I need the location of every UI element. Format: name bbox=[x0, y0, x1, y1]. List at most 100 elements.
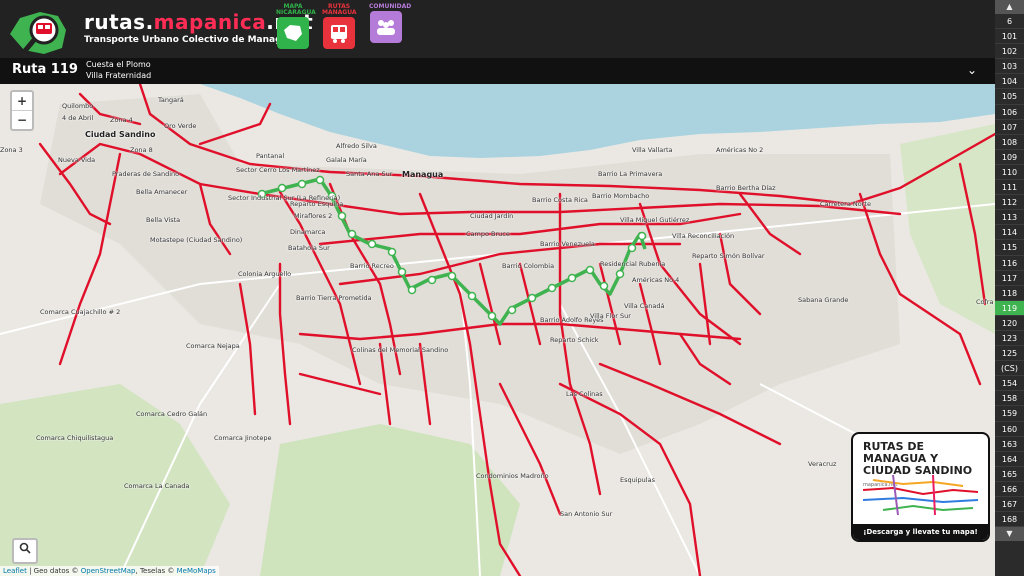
route-item-113[interactable]: 113 bbox=[995, 210, 1024, 226]
route-item-167[interactable]: 167 bbox=[995, 497, 1024, 513]
map-label: Barrio Colombia bbox=[502, 262, 555, 270]
route-item-103[interactable]: 103 bbox=[995, 59, 1024, 75]
map-label: Santa Ana Sur bbox=[346, 170, 393, 178]
map-label: Ciudad Sandino bbox=[85, 130, 156, 139]
zoom-out-button[interactable]: − bbox=[12, 110, 32, 129]
map-label: Carretera Norte bbox=[820, 200, 871, 208]
map-label: Las Colinas bbox=[566, 390, 603, 398]
route-item-105[interactable]: 105 bbox=[995, 89, 1024, 105]
mapanica-logo[interactable] bbox=[6, 8, 82, 56]
route-list-sidebar: ▲ 6 101 102 103 104 105 106 107 108 109 110 111 112 1… bbox=[995, 0, 1024, 576]
map-label: Galala María bbox=[326, 156, 367, 164]
map-label: Colonia Arguello bbox=[238, 270, 292, 278]
map-label: Condominios Madroño bbox=[476, 472, 549, 480]
route-item-109[interactable]: 109 bbox=[995, 150, 1024, 165]
map-label: Alfredo Silva bbox=[336, 142, 377, 150]
map-label: Ciudad Jardín bbox=[470, 212, 514, 220]
map-label: Américas No 2 bbox=[716, 146, 764, 154]
route-item-114[interactable]: 114 bbox=[995, 225, 1024, 241]
route-item-111[interactable]: 111 bbox=[995, 180, 1024, 196]
memomaps-link[interactable]: MeMoMaps bbox=[177, 567, 216, 575]
route-item-158[interactable]: 158 bbox=[995, 391, 1024, 407]
route-item-163[interactable]: 163 bbox=[995, 437, 1024, 452]
leaflet-link[interactable]: Leaflet bbox=[3, 567, 27, 575]
map-label: Quilombo bbox=[62, 102, 94, 110]
map-label: Colinas del Memorial Sandino bbox=[352, 346, 449, 354]
map-label: Comarca La Canada bbox=[124, 482, 190, 490]
community-icon bbox=[370, 11, 402, 43]
map-search-button[interactable] bbox=[12, 538, 38, 564]
download-map-promo[interactable]: RUTAS DE MANAGUA Y CIUDAD SANDINO mapani… bbox=[851, 432, 990, 542]
map-attribution: Leaflet | Geo datos © OpenStreetMap, Tes… bbox=[0, 566, 219, 576]
route-item-119[interactable]: 119 bbox=[995, 300, 1024, 316]
map-label: Barrio Costa Rica bbox=[532, 196, 588, 204]
map-label: Oro Verde bbox=[164, 122, 197, 130]
scroll-down-button[interactable]: ▼ bbox=[995, 527, 1024, 542]
map-label: Barrio Tierra Prometida bbox=[296, 294, 372, 302]
map-label: Nueva Vida bbox=[58, 156, 96, 164]
route-item-123[interactable]: 123 bbox=[995, 331, 1024, 347]
map-label: Batahola Sur bbox=[288, 244, 330, 252]
scroll-up-button[interactable]: ▲ bbox=[995, 0, 1024, 14]
route-stop-from: Cuesta el Plomo bbox=[86, 60, 151, 69]
map-label: Reparto Esquina bbox=[290, 200, 344, 208]
comunidad-button[interactable]: COMUNIDAD bbox=[369, 4, 411, 56]
map-label: San Antonio Sur bbox=[560, 510, 613, 518]
zoom-in-button[interactable]: + bbox=[12, 92, 32, 110]
route-item-159[interactable]: 159 bbox=[995, 406, 1024, 422]
route-item-125[interactable]: 125 bbox=[995, 346, 1024, 362]
map-label: Barrio La Primavera bbox=[598, 170, 663, 178]
map-canvas[interactable] bbox=[0, 84, 995, 576]
map-label: Veracruz bbox=[808, 460, 837, 468]
chevron-down-icon[interactable]: ⌄ bbox=[967, 63, 977, 77]
map-label: Dinamarca bbox=[290, 228, 326, 236]
route-item-104[interactable]: 104 bbox=[995, 74, 1024, 90]
rutas-managua-button[interactable]: RUTAS MANAGUA bbox=[322, 4, 357, 56]
route-item-108[interactable]: 108 bbox=[995, 135, 1024, 150]
map-label: Barrio Venezuela bbox=[540, 240, 595, 248]
map-label: Villa Miguel Gutiérrez bbox=[620, 216, 690, 224]
route-item-164[interactable]: 164 bbox=[995, 452, 1024, 467]
route-item-154[interactable]: 154 bbox=[995, 376, 1024, 392]
route-map[interactable]: Tangará Quilombo 4 de Abril Zona 4 Ciuda… bbox=[0, 84, 995, 576]
map-label: Pantanal bbox=[256, 152, 285, 160]
map-label: Barrio Bertha Díaz bbox=[716, 184, 776, 192]
nicaragua-map-icon bbox=[277, 17, 309, 49]
route-item-118[interactable]: 118 bbox=[995, 286, 1024, 301]
route-item-112[interactable]: 112 bbox=[995, 195, 1024, 211]
map-label: Reparto Schick bbox=[550, 336, 599, 344]
bus-icon bbox=[323, 17, 355, 49]
route-info-bar[interactable]: Ruta 119 Cuesta el Plomo Villa Fraternid… bbox=[0, 58, 995, 84]
osm-link[interactable]: OpenStreetMap bbox=[81, 567, 136, 575]
mapa-nicaragua-button[interactable]: MAPA NICARAGUA bbox=[276, 4, 316, 56]
map-label: Praderas de Sandino bbox=[112, 170, 180, 178]
map-label: Esquipulas bbox=[620, 476, 655, 484]
route-item-102[interactable]: 102 bbox=[995, 44, 1024, 60]
map-label: Comarca Jinotepe bbox=[214, 434, 272, 442]
map-label: Cofra bbox=[976, 298, 994, 306]
map-label: Bella Amanecer bbox=[136, 188, 188, 196]
map-label: Comarca Chiquilistagua bbox=[36, 434, 114, 442]
map-label: Zona 8 bbox=[130, 146, 153, 154]
route-item-168[interactable]: 168 bbox=[995, 512, 1024, 528]
route-item-101[interactable]: 101 bbox=[995, 29, 1024, 45]
route-stop-to: Villa Fraternidad bbox=[86, 71, 152, 80]
zoom-control: + − bbox=[10, 90, 34, 131]
route-item-160[interactable]: 160 bbox=[995, 422, 1024, 437]
map-label: Sector Cerro Los Martínez bbox=[236, 166, 320, 174]
route-item-110[interactable]: 110 bbox=[995, 165, 1024, 181]
route-item-6[interactable]: 6 bbox=[995, 14, 1024, 30]
route-item-cs[interactable]: (CS) bbox=[995, 361, 1024, 377]
route-item-117[interactable]: 117 bbox=[995, 271, 1024, 286]
map-label: Barrio Recreo bbox=[350, 262, 394, 270]
route-item-107[interactable]: 107 bbox=[995, 120, 1024, 135]
map-label: 4 de Abril bbox=[62, 114, 94, 122]
route-item-106[interactable]: 106 bbox=[995, 105, 1024, 120]
route-item-120[interactable]: 120 bbox=[995, 316, 1024, 331]
route-item-166[interactable]: 166 bbox=[995, 482, 1024, 497]
route-item-165[interactable]: 165 bbox=[995, 467, 1024, 482]
route-item-115[interactable]: 115 bbox=[995, 240, 1024, 256]
route-item-116[interactable]: 116 bbox=[995, 256, 1024, 271]
map-label: Villa Vallarta bbox=[632, 146, 673, 154]
app-header: rutas.mapanica.net Transporte Urbano Col… bbox=[0, 0, 995, 58]
